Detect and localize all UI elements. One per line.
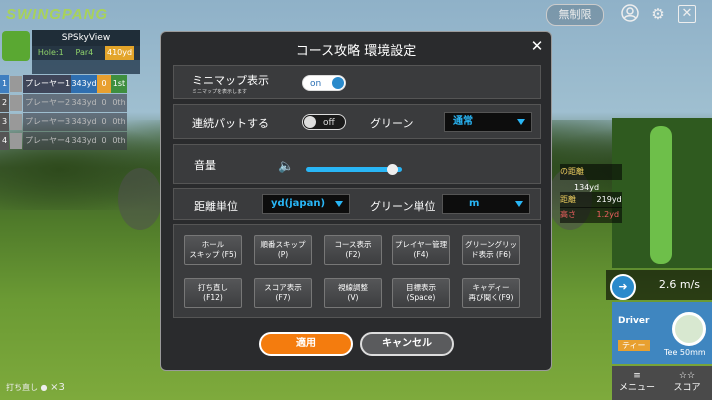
menu-button[interactable]: ≡ メニュー [612,366,662,400]
units-section: 距離単位 yd(japan) グリーン単位 m [173,188,541,220]
avatar [10,95,22,111]
score-button[interactable]: ☆☆ スコア [662,366,712,400]
volume-label: 音量 [194,159,216,172]
close-icon[interactable]: ✕ [678,5,696,23]
distance-unit-select[interactable]: yd(japan) [262,194,350,214]
minimap-label: ミニマップ表示 [192,74,269,87]
chevron-down-icon [335,201,343,207]
target-view-button[interactable]: 目標表示 (Space) [392,278,450,308]
green-label: グリーン [370,117,414,130]
dialog-title: コース攻略 環境設定 [295,44,417,59]
cancel-button[interactable]: キャンセル [360,332,454,356]
putt-toggle[interactable]: off [302,114,346,130]
player-row: 4 プレーヤー4 343yd 0 0th [0,132,140,150]
shot-distance: 距離 219yd [560,192,622,208]
player-row: 1 プレーヤー1 343yd 0 1st [0,75,140,93]
hole-distance: 410yd [105,46,135,60]
turn-skip-button[interactable]: 順番スキップ (P) [254,235,312,265]
chevron-down-icon [515,201,523,207]
caddie-ask-button[interactable]: キャディー 再び聞く(F9) [462,278,520,308]
scoreboard: SPSkyView Hole:1 Par4 410yd 1 プレーヤー1 343y… [0,30,140,150]
user-icon[interactable] [620,4,640,24]
club-name: Driver [618,316,650,326]
volume-slider-handle[interactable] [386,164,398,175]
tee-label: ティー [618,340,650,351]
putt-section: 連続パットする off グリーン 通常 [173,104,541,139]
tee-size: Tee 50mm [664,348,706,357]
player-row: 3 プレーヤー3 343yd 0 0th [0,113,140,131]
course-view-button[interactable]: コース表示 (F2) [324,235,382,265]
minimap-toggle[interactable]: on [302,75,346,91]
green-unit-select[interactable]: m [442,194,530,214]
unlimited-badge[interactable]: 無制限 [546,4,604,26]
minimap-section: ミニマップ表示 ミニマップを表示します on [173,65,541,99]
gear-icon[interactable]: ⚙ [648,4,668,24]
hole-number: Hole:1 [37,48,64,57]
fairway [650,126,672,264]
logo-suffix: PANG [61,6,109,23]
speaker-icon: 🔈 [278,159,295,174]
club-panel[interactable]: Driver ティー Tee 50mm [612,302,712,364]
retry-button[interactable]: 打ち直し (F12) [184,278,242,308]
app-logo: SWINGPANG [6,6,109,23]
putt-label: 連続パットする [192,117,269,130]
chevron-down-icon [517,119,525,125]
prev-arrow-button[interactable] [118,168,162,230]
minimap-sublabel: ミニマップを表示します [192,89,248,95]
apply-button[interactable]: 適用 [259,332,353,356]
retry-counter: 打ち直し ● ×3 [6,382,65,393]
settings-dialog: コース攻略 環境設定 ✕ ミニマップ表示 ミニマップを表示します on 連続パッ… [160,31,552,371]
player-row: 2 プレーヤー2 343yd 0 0th [0,94,140,112]
wind-arrow-icon: ➜ [610,274,636,300]
avatar [10,114,22,130]
score-view-button[interactable]: スコア表示 (F7) [254,278,312,308]
avatar [10,76,22,92]
dialog-close-icon[interactable]: ✕ [529,38,545,54]
hole-par: Par4 [75,48,94,57]
course-logo [2,31,30,61]
hole-skip-button[interactable]: ホール スキップ (F5) [184,235,242,265]
green-grid-button[interactable]: グリーングリッ ド表示 (F6) [462,235,520,265]
ball-icon [672,312,706,346]
view-adjust-button[interactable]: 視線調整 (V) [324,278,382,308]
player-manage-button[interactable]: プレイヤー管理 (F4) [392,235,450,265]
green-unit-label: グリーン単位 [370,200,436,213]
distance-unit-label: 距離単位 [194,200,238,213]
course-minimap[interactable] [612,118,712,268]
pin-distance: の距離 134yd [560,164,622,192]
volume-section: 音量 🔈 [173,144,541,184]
green-select[interactable]: 通常 [444,112,532,132]
height-diff: 高さ 1.2yd [560,207,622,223]
shortcut-section: ホール スキップ (F5) 順番スキップ (P) コース表示 (F2) プレイヤ… [173,224,541,318]
course-name: SPSkyView [32,30,140,46]
avatar [10,133,22,149]
wind-indicator: ➜ 2.6 m/s [606,270,712,300]
